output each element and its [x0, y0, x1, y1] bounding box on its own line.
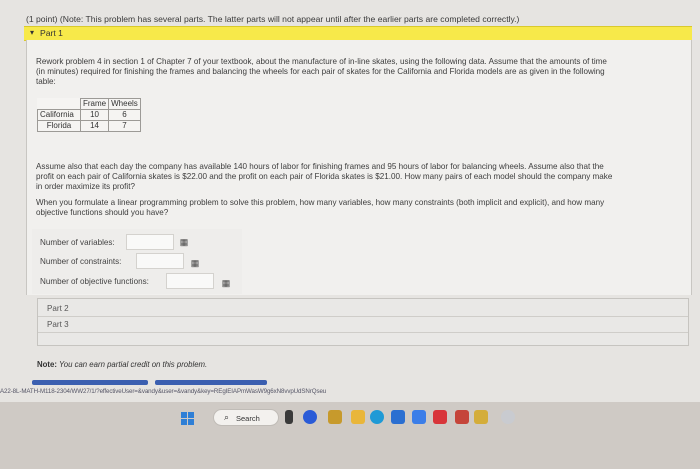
mail-icon[interactable]: [455, 410, 469, 424]
variables-input[interactable]: [126, 234, 174, 250]
table-corner-cell: [37, 98, 81, 110]
keypad-icon[interactable]: ▦: [178, 237, 190, 247]
question-line: When you formulate a linear programming …: [36, 198, 605, 207]
table-row-header: California: [37, 109, 81, 121]
intro-line: (in minutes) required for finishing the …: [36, 67, 605, 76]
taskbar: [0, 402, 700, 469]
variables-label: Number of variables:: [40, 238, 115, 247]
photos-icon[interactable]: [474, 410, 488, 424]
constraints-label: Number of constraints:: [40, 257, 122, 266]
app-v-icon[interactable]: [433, 410, 447, 424]
table-header-cell: Frame: [79, 98, 110, 110]
status-bar-segment: [32, 380, 148, 385]
table-cell: 7: [108, 120, 141, 132]
table-cell: 10: [79, 109, 110, 121]
taskbar-search[interactable]: ⌕ Search: [213, 409, 279, 426]
table-header-cell: Wheels: [108, 98, 141, 110]
chevron-down-icon: ▾: [30, 28, 35, 37]
part-3-header[interactable]: Part 3: [47, 320, 69, 329]
keypad-icon[interactable]: ▦: [220, 278, 232, 288]
table-cell: 6: [108, 109, 141, 121]
table-row: Florida 14 7: [37, 120, 141, 132]
objectives-input[interactable]: [166, 273, 214, 289]
widgets-icon[interactable]: [328, 410, 342, 424]
note-prefix: Note:: [37, 360, 57, 369]
assume-line: profit on each pair of California skates…: [36, 172, 613, 181]
settings-icon[interactable]: [501, 410, 515, 424]
table-header-row: Frame Wheels: [37, 98, 141, 110]
divider: [38, 316, 688, 317]
table-cell: 14: [79, 120, 110, 132]
app-l-icon[interactable]: [412, 410, 426, 424]
problem-assumptions: Assume also that each day the company ha…: [36, 162, 696, 192]
intro-line: Rework problem 4 in section 1 of Chapter…: [36, 57, 607, 66]
question-line: objective functions should you have?: [36, 208, 169, 217]
data-table: Frame Wheels California 10 6 Florida 14 …: [37, 98, 141, 132]
partial-credit-note: Note: You can earn partial credit on thi…: [37, 360, 207, 369]
browser-page: (1 point) (Note: This problem has severa…: [0, 0, 700, 469]
task-view-icon[interactable]: [285, 410, 293, 424]
table-row-header: Florida: [37, 120, 81, 132]
keypad-icon[interactable]: ▦: [189, 258, 201, 268]
problem-header: (1 point) (Note: This problem has severa…: [26, 14, 520, 24]
store-icon[interactable]: [391, 410, 405, 424]
constraints-input[interactable]: [136, 253, 184, 269]
edge-icon[interactable]: [370, 410, 384, 424]
objectives-label: Number of objective functions:: [40, 277, 149, 286]
search-label: Search: [236, 413, 260, 423]
assume-line: Assume also that each day the company ha…: [36, 162, 604, 171]
part-1-header[interactable]: ▾ Part 1: [24, 26, 692, 41]
status-url: A22-8L-MATH-M118-2304/WW27/1/?effectiveU…: [0, 388, 327, 395]
assume-line: in order maximize its profit?: [36, 182, 135, 191]
windows-start-icon[interactable]: [181, 412, 195, 426]
part-2-header[interactable]: Part 2: [47, 304, 69, 313]
problem-question: When you formulate a linear programming …: [36, 198, 696, 218]
note-text: You can earn partial credit on this prob…: [56, 360, 208, 369]
status-bar-segment: [155, 380, 267, 385]
part-1-label: Part 1: [40, 28, 63, 38]
search-icon: ⌕: [224, 412, 230, 422]
file-explorer-icon[interactable]: [351, 410, 365, 424]
chat-icon[interactable]: [303, 410, 317, 424]
intro-line: table:: [36, 77, 56, 86]
collapsed-parts: Part 2 Part 3: [37, 298, 689, 346]
table-row: California 10 6: [37, 109, 141, 121]
problem-intro: Rework problem 4 in section 1 of Chapter…: [36, 57, 696, 87]
divider: [38, 332, 688, 333]
